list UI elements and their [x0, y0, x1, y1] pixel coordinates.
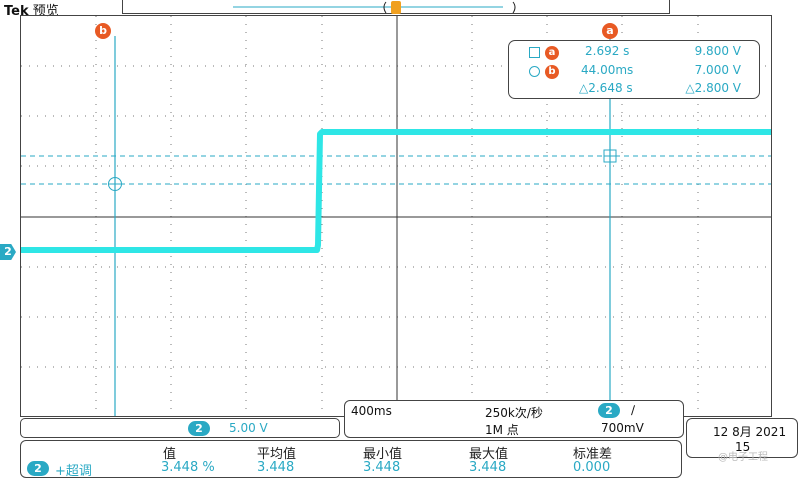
acquisition-panel[interactable]: 400ms 250k次/秒 1M 点 2 ∕ 700mV: [344, 400, 684, 438]
watermark: @电子工程: [718, 452, 768, 463]
readout-row-a: a 2.692 s 9.800 V: [509, 44, 759, 60]
readout-row-delta: △2.648 s △2.800 V: [509, 81, 759, 97]
readout-b-tag: b: [545, 65, 559, 79]
square-cursor-icon: [529, 47, 540, 58]
meas-channel-badge: 2: [27, 461, 49, 476]
meas-mean-value: 3.448: [257, 460, 295, 475]
record-view-bar[interactable]: [122, 0, 670, 14]
cursor-a-tag[interactable]: a: [602, 23, 618, 39]
meas-min-value: 3.448: [363, 460, 401, 475]
meas-current-value: 3.448 %: [161, 460, 215, 475]
readout-a-volt: 9.800 V: [694, 44, 741, 58]
readout-delta-time: △2.648 s: [579, 81, 633, 95]
readout-b-time: 44.00ms: [581, 63, 634, 77]
readout-row-b: b 44.00ms 7.000 V: [509, 63, 759, 79]
trigger-slope-icon: ∕: [631, 403, 636, 417]
timebase-value: 400ms: [351, 404, 392, 418]
meas-max-value: 3.448: [469, 460, 507, 475]
measurement-panel[interactable]: 值 平均值 最小值 最大值 标准差 2 +超调 3.448 % 3.448 3.…: [20, 440, 682, 479]
channel-scale-value: 5.00 V: [229, 421, 268, 435]
cursor-readout-panel: a 2.692 s 9.800 V b 44.00ms 7.000 V △2.6…: [508, 40, 760, 99]
meas-stddev-value: 0.000: [573, 460, 611, 475]
trigger-level-value: 700mV: [601, 421, 644, 435]
readout-delta-volt: △2.800 V: [685, 81, 741, 95]
channel-scale-box[interactable]: 2 5.00 V: [20, 418, 340, 438]
record-length-value: 1M 点: [485, 423, 519, 437]
sample-rate-value: 250k次/秒: [485, 406, 543, 420]
readout-b-volt: 7.000 V: [694, 63, 741, 77]
circle-cursor-icon: [529, 66, 540, 77]
readout-a-tag: a: [545, 46, 559, 60]
view-bracket-right: [512, 1, 516, 14]
channel-badge: 2: [188, 421, 210, 436]
channel-2-ground-marker[interactable]: 2: [0, 244, 16, 260]
meas-name: +超调: [55, 464, 92, 479]
readout-a-time: 2.692 s: [585, 44, 630, 58]
cursor-b-tag[interactable]: b: [95, 23, 111, 39]
trigger-channel-badge: 2: [598, 403, 620, 418]
trigger-position-marker: [391, 1, 401, 14]
date-value: 12 8月 2021: [713, 425, 787, 439]
record-view-svg: [233, 1, 516, 14]
